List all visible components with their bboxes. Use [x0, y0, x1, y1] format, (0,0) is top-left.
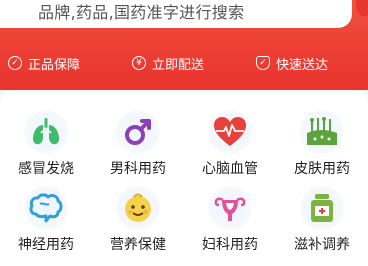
category-label: 营养保健 — [110, 237, 166, 253]
guarantee-authentic: ✓ 正品保障 — [8, 54, 80, 73]
medicine-bottle-icon — [311, 194, 333, 222]
category-label: 心脑血管 — [202, 161, 258, 177]
category-neuro[interactable]: 神经用药 — [0, 184, 92, 262]
category-label: 感冒发烧 — [18, 161, 74, 177]
category-label: 神经用药 — [18, 237, 74, 253]
guarantee-label: 快速送达 — [276, 57, 329, 73]
search-bar[interactable]: 品牌,药品,国药准字进行搜索 — [0, 0, 352, 28]
category-tonic[interactable]: 滋补调养 — [276, 184, 368, 262]
category-label: 男科用药 — [110, 161, 166, 177]
guarantee-label: 立即配送 — [152, 57, 205, 73]
category-label: 滋补调养 — [294, 237, 350, 253]
shield-icon: ✓ — [256, 56, 270, 70]
brain-icon — [29, 193, 63, 223]
header: 品牌,药品,国药准字进行搜索 ✓ 正品保障 ¥ 立即配送 ✓ 快速送达 — [0, 0, 368, 90]
male-symbol-icon — [125, 119, 151, 145]
category-label: 妇科用药 — [202, 237, 258, 253]
category-gynecology[interactable]: 妇科用药 — [184, 184, 276, 262]
category-male[interactable]: 男科用药 — [92, 108, 184, 186]
category-cold-fever[interactable]: 感冒发烧 — [0, 108, 92, 186]
category-label: 皮肤用药 — [294, 161, 350, 177]
guarantee-label: 正品保障 — [28, 57, 81, 73]
heart-pulse-icon — [214, 117, 246, 146]
header-corner — [356, 0, 368, 16]
skin-icon — [307, 117, 337, 145]
category-cardio[interactable]: 心脑血管 — [184, 108, 276, 186]
yen-icon: ¥ — [132, 56, 146, 70]
guarantee-delivery: ¥ 立即配送 — [132, 54, 204, 73]
category-nutrition[interactable]: 营养保健 — [92, 184, 184, 262]
verified-icon: ✓ — [8, 56, 22, 70]
guarantee-fast: ✓ 快速送达 — [256, 54, 328, 73]
category-grid: 感冒发烧 男科用药 心脑血管 皮肤用药 神经用药 营养保健 妇科用药 滋补调养 — [0, 90, 368, 266]
uterus-icon — [214, 197, 246, 221]
lungs-icon — [33, 118, 59, 145]
baby-face-icon — [125, 193, 151, 222]
guarantee-banner: ✓ 正品保障 ¥ 立即配送 ✓ 快速送达 — [0, 44, 368, 82]
category-skin[interactable]: 皮肤用药 — [276, 108, 368, 186]
search-placeholder[interactable]: 品牌,药品,国药准字进行搜索 — [38, 2, 244, 24]
